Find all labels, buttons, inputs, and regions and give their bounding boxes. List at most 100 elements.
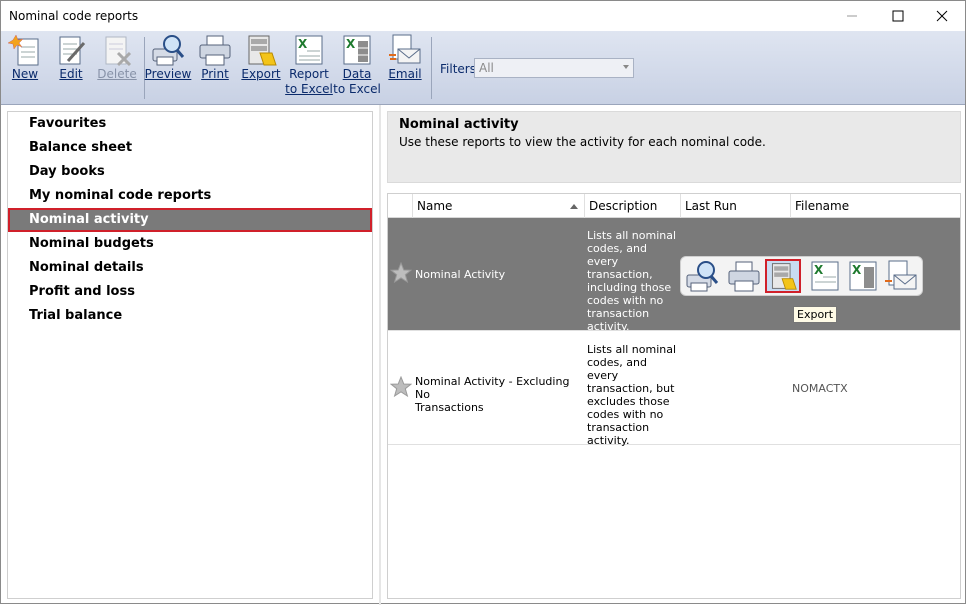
preview-icon <box>152 35 185 66</box>
sidebar-item-day-books[interactable]: Day books <box>8 160 372 184</box>
column-header-label: Description <box>589 199 658 213</box>
sidebar-item-profit-and-loss[interactable]: Profit and loss <box>8 280 372 304</box>
sidebar-item-label: Nominal activity <box>29 212 149 227</box>
svg-text:X: X <box>298 37 308 51</box>
sidebar-item-balance-sheet[interactable]: Balance sheet <box>8 136 372 160</box>
description-line: codes with no <box>587 408 664 421</box>
column-header-label: Name <box>417 199 453 213</box>
report-name: Nominal Activity - Excluding No Transact… <box>415 375 575 414</box>
description-line: including those <box>587 281 672 294</box>
table-row[interactable]: Nominal Activity Lists all nominal codes… <box>388 218 960 333</box>
preview-button[interactable]: Preview <box>144 33 192 103</box>
sidebar-item-label: Favourites <box>29 116 107 131</box>
export-tooltip: Export <box>793 306 838 323</box>
description-line: transaction <box>587 307 650 320</box>
filters-dropdown[interactable]: All <box>474 58 634 78</box>
edit-label: Edit <box>59 67 83 81</box>
data-to-excel-icon: X <box>343 35 371 65</box>
column-header-description[interactable]: Description <box>584 194 680 218</box>
star-icon[interactable] <box>390 262 412 284</box>
data-to-excel-label-2: to Excel <box>333 82 381 96</box>
sidebar-item-nominal-budgets[interactable]: Nominal budgets <box>8 232 372 256</box>
description-line: transaction, but <box>587 382 675 395</box>
sidebar-item-label: Trial balance <box>29 308 123 323</box>
close-icon <box>936 10 948 22</box>
sidebar-item-trial-balance[interactable]: Trial balance <box>8 304 372 328</box>
edit-button[interactable]: Edit <box>53 33 89 103</box>
export-label: Export <box>241 67 281 81</box>
filters-value: All <box>479 61 494 75</box>
report-to-excel-label-1: Report <box>289 67 329 81</box>
description-line: codes with no <box>587 294 664 307</box>
chevron-down-icon <box>623 65 629 69</box>
grid-header: Name Description Last Run Filename <box>388 194 960 218</box>
panel-splitter[interactable] <box>379 105 381 605</box>
data-to-excel-button[interactable]: X Data to Excel <box>333 33 381 103</box>
report-grid: Name Description Last Run Filename Nomin… <box>387 193 961 599</box>
row-action-bar: X X <box>680 256 923 296</box>
close-button[interactable] <box>919 1 965 31</box>
category-description: Use these reports to view the activity f… <box>399 135 766 149</box>
print-button[interactable]: Print <box>197 33 233 103</box>
data-to-excel-icon[interactable]: X <box>845 259 881 293</box>
new-label: New <box>11 67 39 81</box>
report-to-excel-icon: X <box>295 35 323 65</box>
sidebar-item-favourites[interactable]: Favourites <box>8 112 372 136</box>
email-label: Email <box>388 67 422 81</box>
description-line: Lists all nominal <box>587 229 677 242</box>
preview-label: Preview <box>144 67 192 81</box>
report-to-excel-button[interactable]: X Report to Excel <box>285 33 333 103</box>
column-header-name[interactable]: Name <box>412 194 584 218</box>
sidebar-item-nominal-details[interactable]: Nominal details <box>8 256 372 280</box>
sidebar-item-nominal-activity[interactable]: Nominal activity <box>8 208 372 232</box>
minimize-button[interactable] <box>829 1 875 31</box>
report-window: Nominal code reports New Edit Delete Pre… <box>0 0 966 605</box>
sidebar-item-label: My nominal code reports <box>29 188 212 203</box>
svg-text:X: X <box>814 263 824 277</box>
report-description: Lists all nominal codes, and every trans… <box>587 229 679 333</box>
column-header-label: Last Run <box>685 199 737 213</box>
star-icon[interactable] <box>390 376 412 398</box>
sidebar-item-label: Profit and loss <box>29 284 135 299</box>
minimize-icon <box>847 15 857 17</box>
new-button[interactable]: New <box>7 33 43 103</box>
sidebar-item-label: Nominal details <box>29 260 144 275</box>
new-icon <box>8 34 39 66</box>
maximize-icon <box>892 10 904 22</box>
report-filename: NOMACTX <box>792 382 848 395</box>
column-header-filename[interactable]: Filename <box>790 194 960 218</box>
delete-icon <box>105 36 132 67</box>
description-line: excludes those <box>587 395 670 408</box>
column-header-last-run[interactable]: Last Run <box>680 194 790 218</box>
sidebar-item-label: Day books <box>29 164 105 179</box>
delete-label: Delete <box>97 67 137 81</box>
report-to-excel-label-2: to Excel <box>285 82 333 96</box>
report-name: Nominal Activity <box>415 268 506 281</box>
report-to-excel-icon[interactable]: X <box>807 259 843 293</box>
print-icon[interactable] <box>726 259 762 293</box>
report-description: Lists all nominal codes, and every trans… <box>587 343 679 447</box>
sidebar-item-my-nominal-code-reports[interactable]: My nominal code reports <box>8 184 372 208</box>
sort-ascending-icon <box>570 204 578 209</box>
delete-button[interactable]: Delete <box>97 33 137 103</box>
category-info-panel: Nominal activity Use these reports to vi… <box>387 111 961 183</box>
description-line: codes, and every <box>587 242 647 268</box>
email-button[interactable]: Email <box>387 33 423 103</box>
export-button[interactable]: Export <box>241 33 281 103</box>
email-icon[interactable] <box>883 259 919 293</box>
report-category-list: Favourites Balance sheet Day books My no… <box>7 111 373 599</box>
export-icon <box>248 35 277 66</box>
description-line: activity. <box>587 434 630 447</box>
sidebar-item-label: Balance sheet <box>29 140 133 155</box>
table-row[interactable]: Nominal Activity - Excluding No Transact… <box>388 332 960 447</box>
maximize-button[interactable] <box>875 1 921 31</box>
data-to-excel-label-1: Data <box>342 67 372 81</box>
filters-label: Filters <box>440 62 476 76</box>
export-icon[interactable] <box>765 259 801 293</box>
edit-icon <box>59 36 86 65</box>
description-line: transaction <box>587 421 650 434</box>
preview-icon[interactable] <box>684 259 720 293</box>
description-line: Lists all nominal <box>587 343 677 356</box>
svg-text:X: X <box>346 37 356 51</box>
toolbar-separator <box>431 37 432 99</box>
